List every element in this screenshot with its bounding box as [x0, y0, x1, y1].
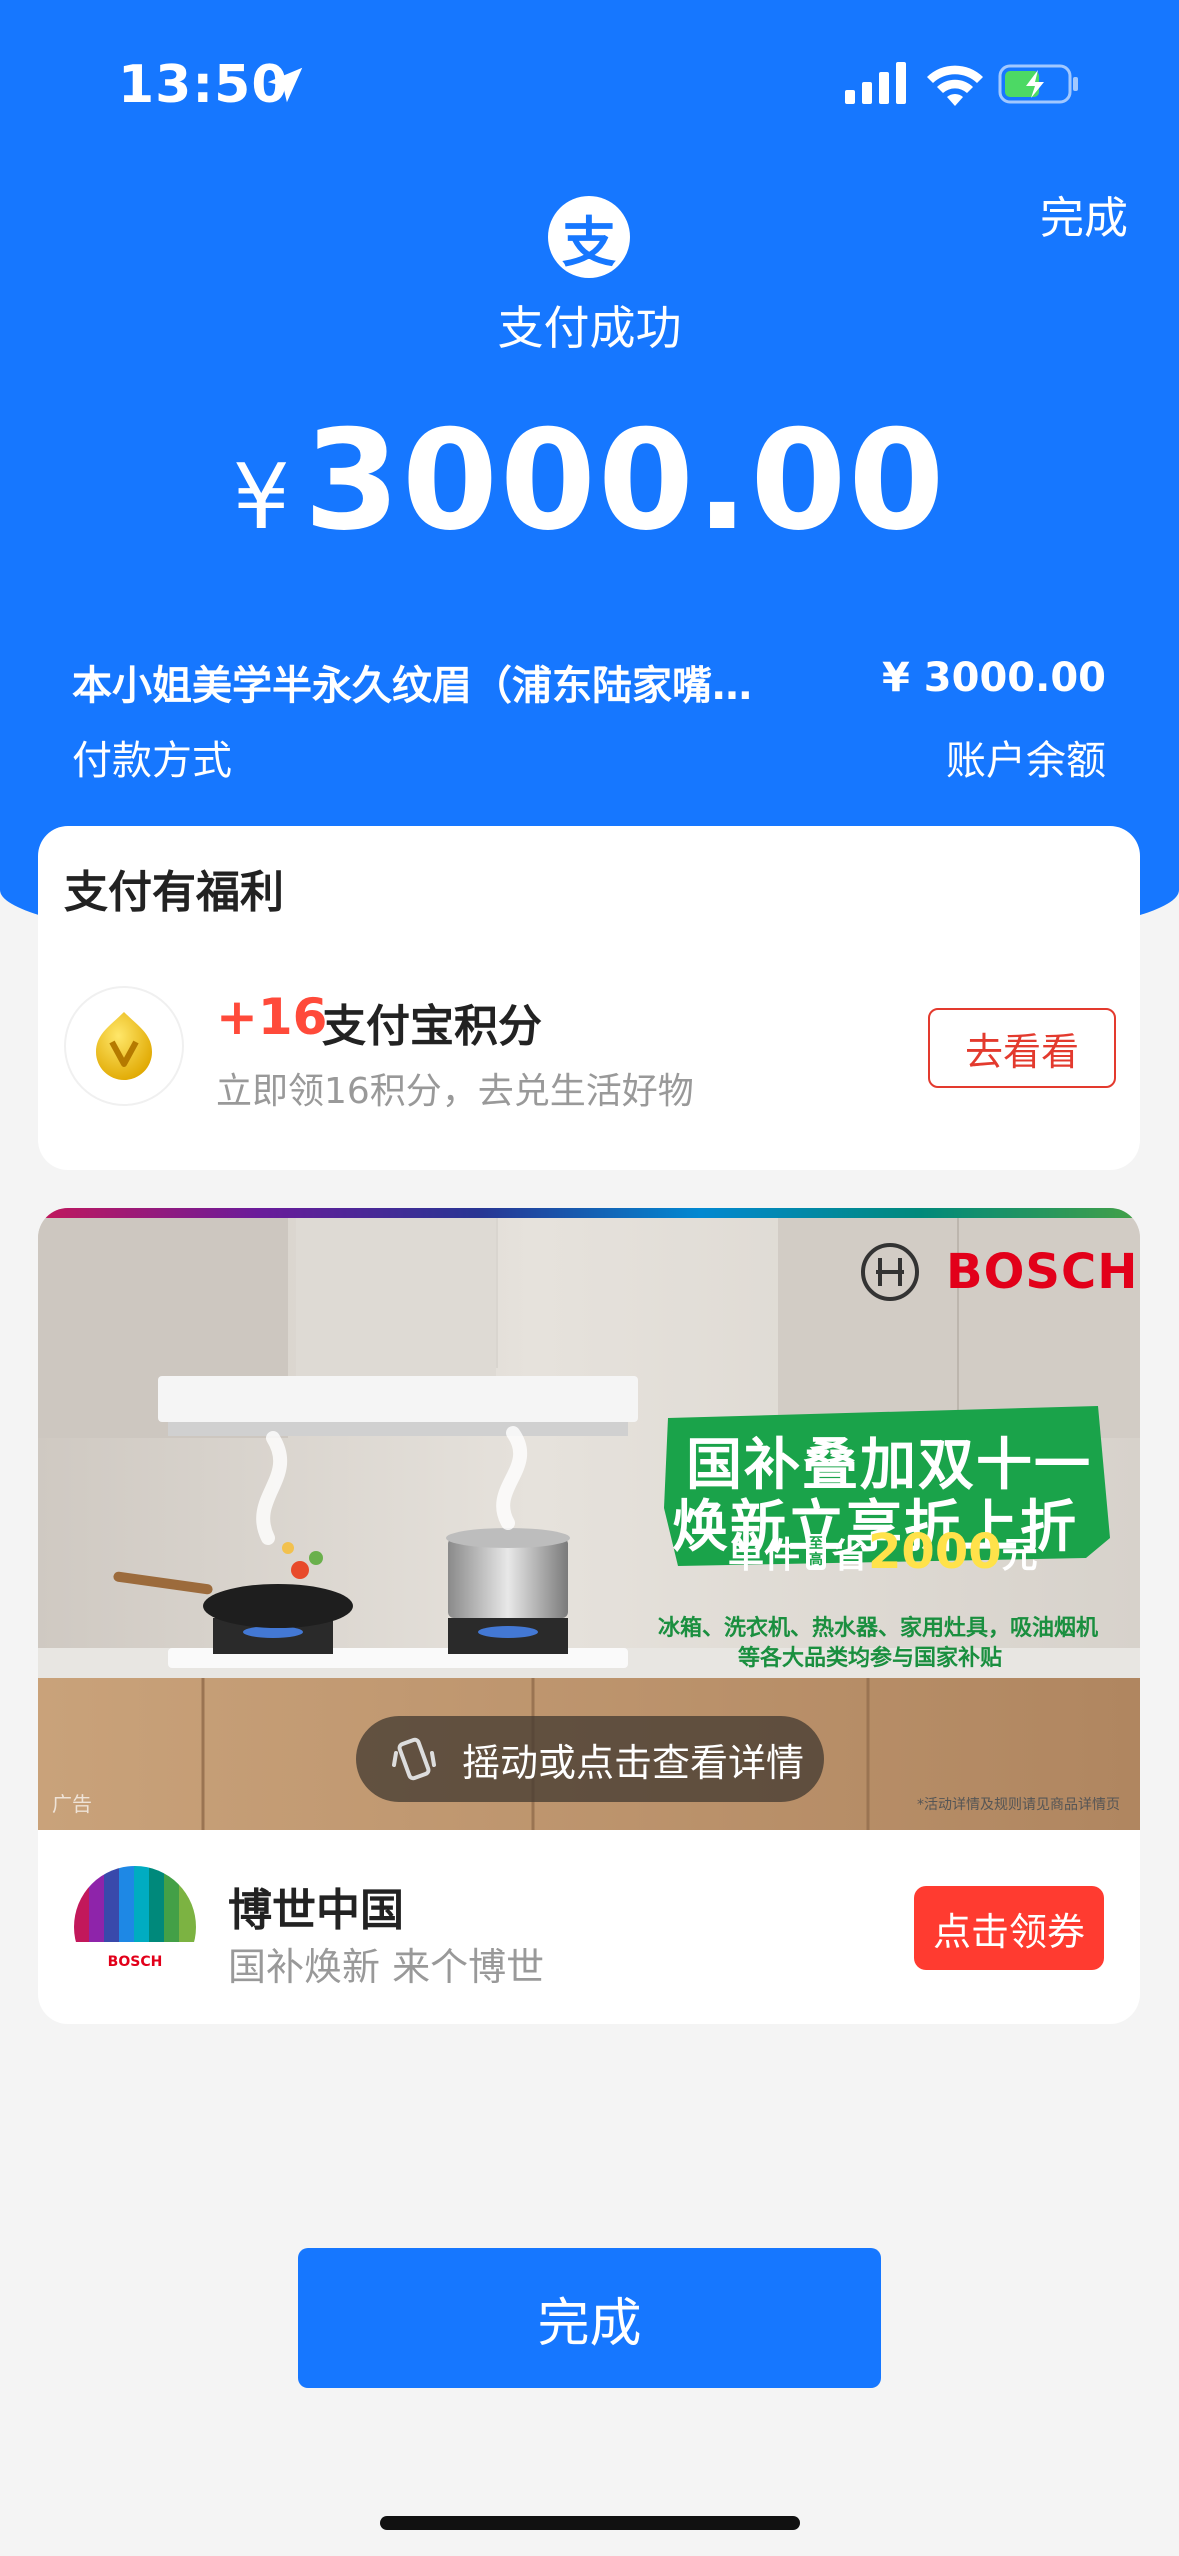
battery-charging-icon — [998, 64, 1078, 104]
points-name: 支付宝积分 — [322, 1001, 542, 1052]
amount-value: 3000.00 — [303, 400, 947, 561]
bosch-brand-avatar: BOSCH — [74, 1866, 196, 1988]
offer-amount: 2000 — [868, 1524, 1002, 1580]
wifi-icon — [927, 65, 983, 106]
promo-sub-1: 冰箱、洗衣机、热水器、家用灶具，吸油烟机 — [658, 1616, 1099, 1641]
payment-amount: ¥ 3000.00 — [0, 400, 1179, 561]
benefits-card: 支付有福利 +16 支付宝积分 立即领16积分，去兑生活好物 去看看 — [38, 826, 1140, 1170]
ad-card: BOSCH 国补叠加双十一 焕新立享折上折 单件 至高 省 2000 元 冰箱、… — [38, 1208, 1140, 2024]
ad-brand-name: 博世中国 — [228, 1885, 404, 1936]
bosch-banner-logo: BOSCH — [946, 1244, 1139, 1300]
offer-prefix: 单件 — [728, 1535, 801, 1576]
promo-sub-2: 等各大品类均参与国家补贴 — [738, 1646, 1003, 1671]
offer-mid: 省 — [832, 1535, 869, 1576]
payment-status-text: 支付成功 — [497, 301, 682, 355]
shake-phone-icon — [392, 1737, 436, 1781]
ad-banner[interactable]: BOSCH 国补叠加双十一 焕新立享折上折 单件 至高 省 2000 元 冰箱、… — [38, 1208, 1140, 1830]
points-description: 立即领16积分，去兑生活好物 — [216, 1071, 694, 1112]
benefits-title: 支付有福利 — [64, 867, 284, 918]
merchant-amount: ¥ 3000.00 — [882, 655, 1106, 701]
go-see-button[interactable]: 去看看 — [928, 1008, 1116, 1088]
shake-hint-text: 摇动或点击查看详情 — [462, 1740, 805, 1785]
offer-tag: 至高 — [806, 1534, 827, 1570]
payment-method-label: 付款方式 — [72, 738, 232, 784]
done-button[interactable]: 完成 — [298, 2248, 881, 2388]
payment-method-value: 账户余额 — [946, 738, 1106, 784]
alipay-logo-icon: 支 — [548, 196, 630, 278]
cellular-signal-icon — [845, 62, 906, 104]
points-amount: +16 — [216, 988, 328, 1046]
avatar-bosch-text: BOSCH — [107, 1954, 163, 1970]
home-indicator[interactable] — [380, 2516, 800, 2530]
shake-hint-pill[interactable]: 摇动或点击查看详情 — [356, 1716, 824, 1802]
points-coin-icon — [64, 986, 184, 1106]
ad-slogan: 国补焕新 来个博世 — [228, 1945, 545, 1989]
merchant-name: 本小姐美学半永久纹眉（浦东陆家嘴… — [72, 663, 752, 709]
currency-symbol: ¥ — [232, 445, 290, 550]
location-arrow-icon — [267, 67, 303, 103]
ad-label: 广告 — [52, 1792, 92, 1816]
offer-suffix: 元 — [1001, 1535, 1038, 1576]
claim-coupon-button[interactable]: 点击领券 — [914, 1886, 1104, 1970]
ad-disclaimer: *活动详情及规则请见商品详情页 — [917, 1797, 1120, 1813]
done-link-top[interactable]: 完成 — [1040, 182, 1128, 246]
promo-offer: 单件 至高 省 2000 元 — [728, 1524, 1038, 1580]
